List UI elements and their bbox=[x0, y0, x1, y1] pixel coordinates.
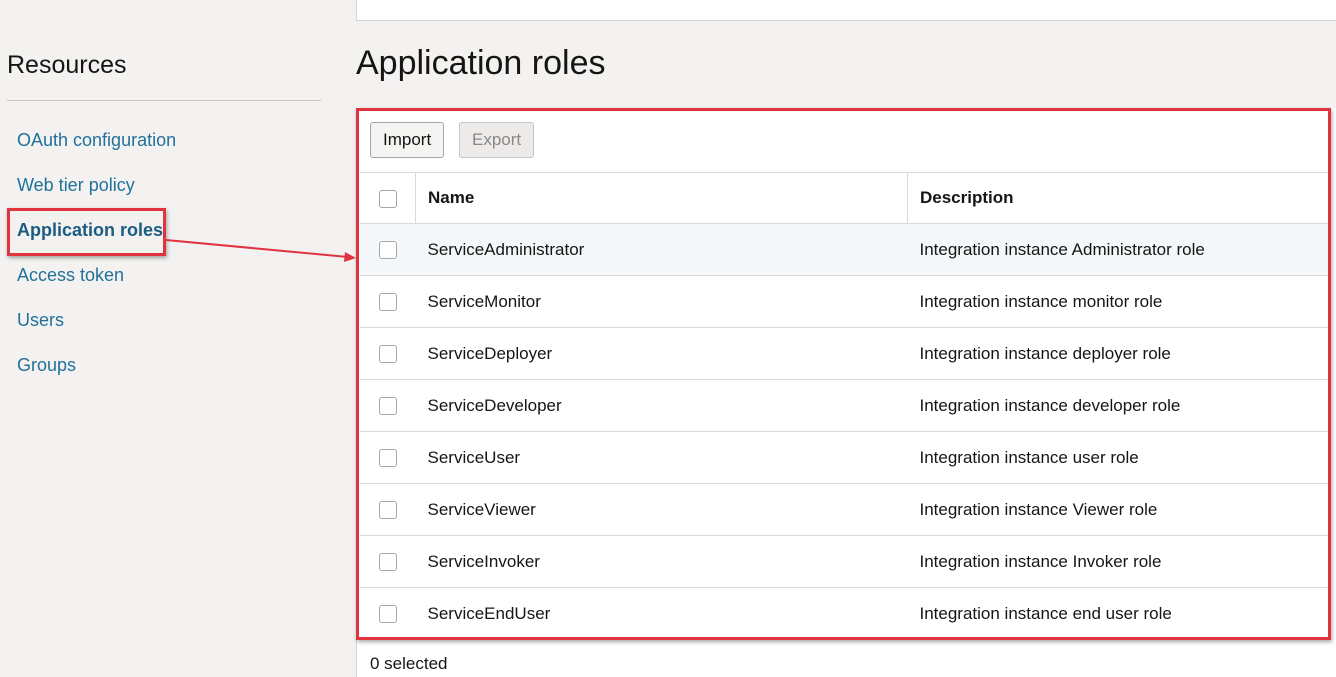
role-name: ServiceInvoker bbox=[415, 535, 908, 588]
roles-table-wrapper: Name Description ServiceAdministrator In… bbox=[360, 172, 1328, 640]
row-select-cell bbox=[360, 327, 416, 380]
role-description: Integration instance Invoker role bbox=[907, 535, 1328, 588]
row-select-cell bbox=[360, 431, 416, 484]
table-row[interactable]: ServiceViewer Integration instance Viewe… bbox=[360, 483, 1328, 536]
role-name: ServiceDeveloper bbox=[415, 379, 908, 432]
role-name: ServiceDeployer bbox=[415, 327, 908, 380]
table-row[interactable]: ServiceUser Integration instance user ro… bbox=[360, 431, 1328, 484]
table-row[interactable]: ServiceEndUser Integration instance end … bbox=[360, 587, 1328, 640]
row-checkbox[interactable] bbox=[378, 397, 397, 416]
role-name: ServiceMonitor bbox=[415, 275, 908, 328]
role-name: ServiceAdministrator bbox=[415, 223, 908, 276]
sidebar-item-users[interactable]: Users bbox=[17, 310, 64, 331]
table-row[interactable]: ServiceDeveloper Integration instance de… bbox=[360, 379, 1328, 432]
role-name: ServiceEndUser bbox=[415, 587, 908, 640]
select-all-cell bbox=[360, 172, 416, 224]
sidebar-divider bbox=[7, 100, 321, 101]
table-row[interactable]: ServiceMonitor Integration instance moni… bbox=[360, 275, 1328, 328]
sidebar-item-web-tier-policy[interactable]: Web tier policy bbox=[17, 175, 135, 196]
row-checkbox[interactable] bbox=[378, 241, 397, 260]
row-select-cell bbox=[360, 535, 416, 588]
row-select-cell bbox=[360, 223, 416, 276]
row-checkbox[interactable] bbox=[378, 345, 397, 364]
import-button[interactable]: Import bbox=[370, 122, 445, 158]
row-select-cell bbox=[360, 587, 416, 640]
row-select-cell bbox=[360, 483, 416, 536]
column-header-name[interactable]: Name bbox=[415, 172, 908, 224]
row-checkbox[interactable] bbox=[378, 501, 397, 520]
export-button: Export bbox=[459, 122, 535, 158]
role-description: Integration instance developer role bbox=[907, 379, 1328, 432]
top-panel bbox=[356, 0, 1336, 21]
row-checkbox[interactable] bbox=[378, 605, 397, 624]
role-description: Integration instance user role bbox=[907, 431, 1328, 484]
sidebar-title: Resources bbox=[7, 51, 127, 79]
table-row[interactable]: ServiceDeployer Integration instance dep… bbox=[360, 327, 1328, 380]
role-description: Integration instance end user role bbox=[907, 587, 1328, 640]
table-row[interactable]: ServiceAdministrator Integration instanc… bbox=[360, 223, 1328, 276]
sidebar-item-groups[interactable]: Groups bbox=[17, 355, 76, 376]
row-checkbox[interactable] bbox=[378, 553, 397, 572]
row-checkbox[interactable] bbox=[378, 449, 397, 468]
role-description: Integration instance Administrator role bbox=[907, 223, 1328, 276]
select-all-checkbox[interactable] bbox=[378, 189, 397, 208]
role-description: Integration instance Viewer role bbox=[907, 483, 1328, 536]
role-name: ServiceViewer bbox=[415, 483, 908, 536]
role-description: Integration instance monitor role bbox=[907, 275, 1328, 328]
sidebar-item-access-token[interactable]: Access token bbox=[17, 265, 124, 286]
page-title: Application roles bbox=[356, 44, 606, 82]
roles-table: Name Description ServiceAdministrator In… bbox=[360, 172, 1328, 640]
role-description: Integration instance deployer role bbox=[907, 327, 1328, 380]
column-header-description[interactable]: Description bbox=[907, 172, 1328, 224]
annotation-highlight-nav bbox=[7, 208, 166, 256]
selection-status: 0 selected bbox=[370, 654, 448, 673]
sidebar-item-oauth-configuration[interactable]: OAuth configuration bbox=[17, 130, 176, 151]
table-row[interactable]: ServiceInvoker Integration instance Invo… bbox=[360, 535, 1328, 588]
row-checkbox[interactable] bbox=[378, 293, 397, 312]
row-select-cell bbox=[360, 275, 416, 328]
role-name: ServiceUser bbox=[415, 431, 908, 484]
row-select-cell bbox=[360, 379, 416, 432]
table-header-row: Name Description bbox=[360, 172, 1328, 224]
